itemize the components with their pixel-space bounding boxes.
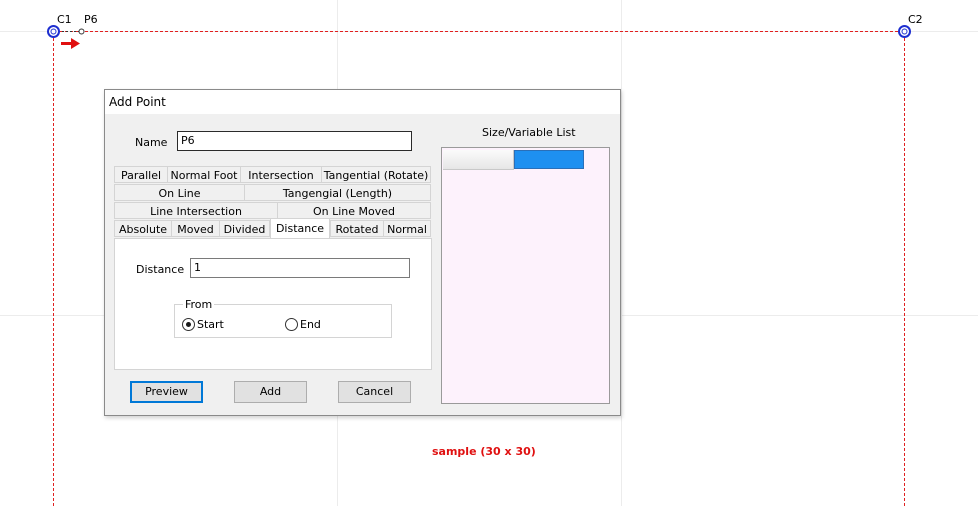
add-point-dialog: Add Point Name Parallel Normal Foot Inte… [104,89,621,416]
tab-absolute[interactable]: Absolute [114,220,172,237]
point-p6-marker[interactable] [78,28,85,35]
tab-normal[interactable]: Normal [383,220,431,237]
point-label-p6: P6 [84,13,98,26]
tab-parallel[interactable]: Parallel [114,166,168,183]
dialog-title: Add Point [109,95,166,109]
tab-tangential-rotate[interactable]: Tangential (Rotate) [321,166,431,183]
size-variable-list[interactable] [441,147,610,404]
tab-on-line-moved[interactable]: On Line Moved [277,202,431,219]
from-group: From Start End [174,298,392,338]
from-group-title: From [183,298,215,311]
start-radio-label[interactable]: Start [197,318,224,331]
tab-moved[interactable]: Moved [171,220,220,237]
add-button[interactable]: Add [234,381,307,403]
preview-button[interactable]: Preview [130,381,203,403]
dialog-titlebar[interactable]: Add Point [105,90,620,114]
cancel-button[interactable]: Cancel [338,381,411,403]
tab-divided[interactable]: Divided [219,220,270,237]
tab-distance[interactable]: Distance [270,218,330,238]
tab-tangential-length[interactable]: Tangengial (Length) [244,184,431,201]
tab-on-line[interactable]: On Line [114,184,245,201]
tab-intersection[interactable]: Intersection [240,166,322,183]
distance-label: Distance [136,263,185,276]
start-radio[interactable] [182,318,195,331]
tab-normal-foot[interactable]: Normal Foot [167,166,241,183]
point-c1-marker[interactable] [47,25,60,38]
tab-line-intersection[interactable]: Line Intersection [114,202,278,219]
direction-arrow-icon [61,38,80,49]
name-input[interactable] [177,131,412,151]
tab-rotated[interactable]: Rotated [330,220,384,237]
distance-tab-panel: Distance 1 From Start End [114,238,432,370]
point-label-c2: C2 [908,13,923,26]
end-radio[interactable] [285,318,298,331]
name-label: Name [135,136,168,149]
sample-size-label: sample (30 x 30) [432,445,536,458]
point-label-c1: C1 [57,13,72,26]
point-c2-marker[interactable] [898,25,911,38]
end-radio-label[interactable]: End [300,318,321,331]
list-column-header[interactable] [443,150,514,170]
size-variable-list-title: Size/Variable List [482,126,576,139]
distance-input[interactable]: 1 [190,258,410,278]
list-selected-column[interactable] [514,150,584,169]
